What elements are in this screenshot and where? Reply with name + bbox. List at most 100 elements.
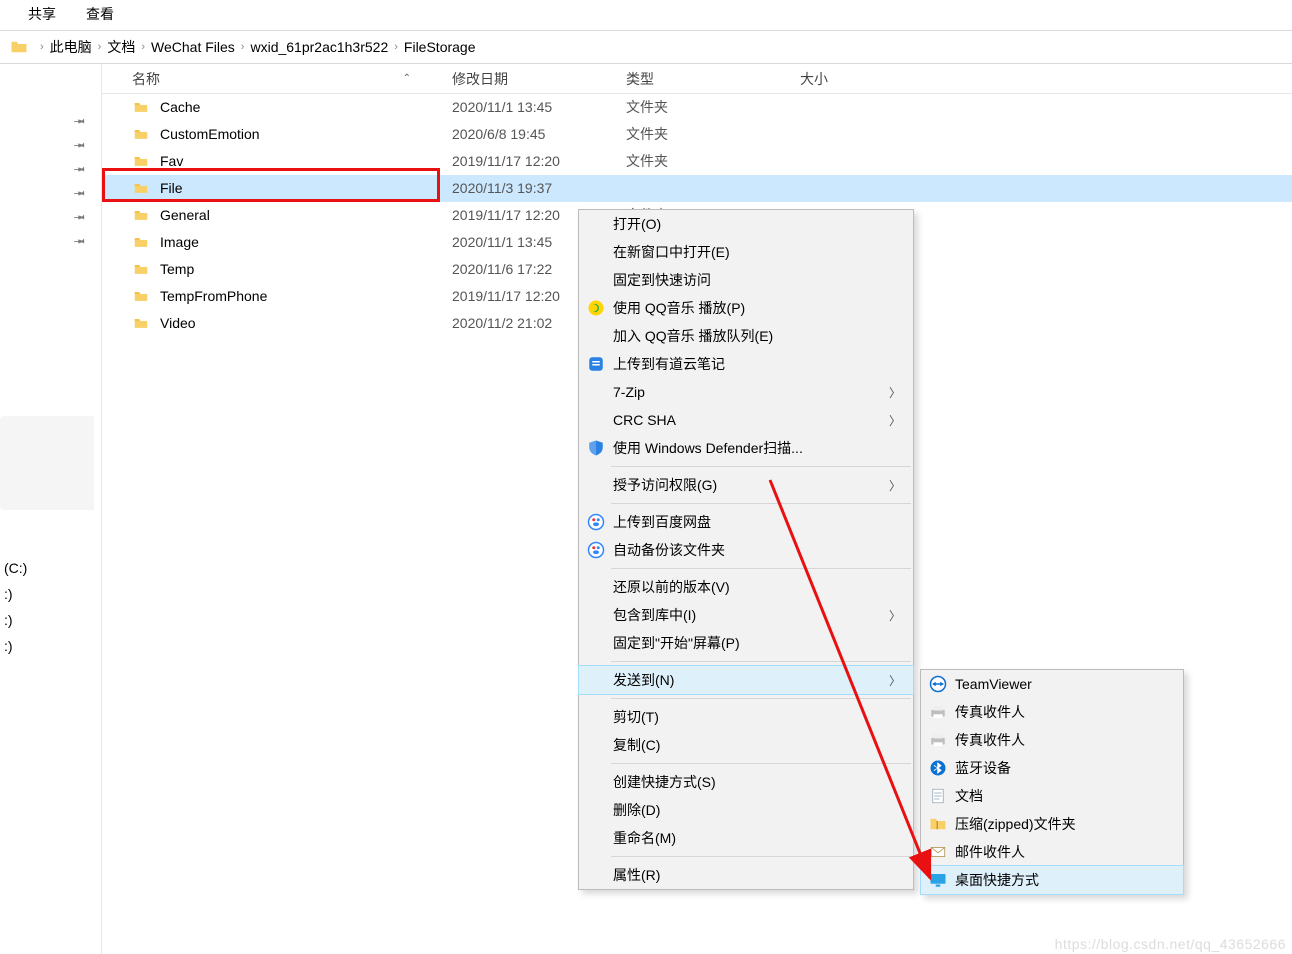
submenu-item-label: 传真收件人 bbox=[955, 730, 1025, 750]
submenu-item-label: 桌面快捷方式 bbox=[955, 870, 1039, 890]
menu-item[interactable]: 自动备份该文件夹 bbox=[579, 536, 913, 564]
doc-icon bbox=[929, 787, 947, 805]
menu-item-label: 授予访问权限(G) bbox=[613, 475, 717, 495]
menu-item-label: 打开(O) bbox=[613, 214, 661, 234]
submenu-item[interactable]: 桌面快捷方式 bbox=[921, 866, 1183, 894]
drive-item[interactable]: :) bbox=[4, 612, 27, 628]
menu-item[interactable]: 复制(C) bbox=[579, 731, 913, 759]
menu-item-label: CRC SHA bbox=[613, 412, 676, 428]
drive-item[interactable]: :) bbox=[4, 638, 27, 654]
menu-item[interactable]: 重命名(M) bbox=[579, 824, 913, 852]
menu-item-label: 使用 Windows Defender扫描... bbox=[613, 438, 803, 458]
nav-placeholder bbox=[0, 416, 94, 510]
menu-item-label: 上传到百度网盘 bbox=[613, 512, 711, 532]
submenu-item[interactable]: 传真收件人 bbox=[921, 698, 1183, 726]
file-name: File bbox=[160, 175, 183, 202]
crumb-0[interactable]: 此电脑 bbox=[50, 37, 92, 57]
menu-item[interactable]: 删除(D) bbox=[579, 796, 913, 824]
file-type: 文件夹 bbox=[626, 94, 800, 121]
crumb-1[interactable]: 文档 bbox=[107, 37, 135, 57]
fax-icon bbox=[929, 731, 947, 749]
col-type[interactable]: 类型 bbox=[626, 64, 800, 93]
drive-item[interactable]: :) bbox=[4, 586, 27, 602]
menu-item[interactable]: 使用 QQ音乐 播放(P) bbox=[579, 294, 913, 322]
baidu-icon bbox=[587, 513, 605, 531]
menu-item[interactable]: 打开(O) bbox=[579, 210, 913, 238]
pin-icon bbox=[70, 111, 90, 131]
submenu-item[interactable]: 蓝牙设备 bbox=[921, 754, 1183, 782]
column-headers: 名称 ⌃ 修改日期 类型 大小 bbox=[102, 64, 1292, 94]
menu-item-label: 固定到快速访问 bbox=[613, 270, 711, 290]
menu-item-label: 重命名(M) bbox=[613, 828, 676, 848]
file-name: CustomEmotion bbox=[160, 121, 260, 148]
menu-item-label: 加入 QQ音乐 播放队列(E) bbox=[613, 326, 773, 346]
crumb-3[interactable]: wxid_61pr2ac1h3r522 bbox=[250, 39, 388, 55]
crumb-2[interactable]: WeChat Files bbox=[151, 39, 235, 55]
menu-item[interactable]: 加入 QQ音乐 播放队列(E) bbox=[579, 322, 913, 350]
menu-item[interactable]: 7-Zip〉 bbox=[579, 378, 913, 406]
menu-item-label: 使用 QQ音乐 播放(P) bbox=[613, 298, 745, 318]
menu-separator bbox=[611, 698, 911, 699]
chevron-right-icon: 〉 bbox=[889, 384, 901, 401]
menu-item[interactable]: 上传到有道云笔记 bbox=[579, 350, 913, 378]
ribbon-share[interactable]: 共享 bbox=[28, 4, 56, 24]
menu-item[interactable]: 剪切(T) bbox=[579, 703, 913, 731]
context-menu[interactable]: 打开(O) 在新窗口中打开(E) 固定到快速访问使用 QQ音乐 播放(P) 加入 QQ… bbox=[578, 209, 914, 890]
pin-icon bbox=[70, 231, 90, 251]
menu-separator bbox=[611, 856, 911, 857]
col-size[interactable]: 大小 bbox=[800, 64, 920, 93]
menu-item[interactable]: 包含到库中(I)〉 bbox=[579, 601, 913, 629]
menu-item[interactable]: 属性(R) bbox=[579, 861, 913, 889]
menu-item[interactable]: 在新窗口中打开(E) bbox=[579, 238, 913, 266]
menu-separator bbox=[611, 661, 911, 662]
menu-item[interactable]: 授予访问权限(G) 〉 bbox=[579, 471, 913, 499]
table-row[interactable]: Cache 2020/11/1 13:45文件夹 bbox=[102, 94, 1292, 121]
submenu-item[interactable]: 文档 bbox=[921, 782, 1183, 810]
zip-icon bbox=[929, 815, 947, 833]
menu-item-label: 删除(D) bbox=[613, 800, 660, 820]
chevron-right-icon: › bbox=[92, 41, 108, 53]
menu-item[interactable]: 固定到快速访问 bbox=[579, 266, 913, 294]
submenu-item[interactable]: 传真收件人 bbox=[921, 726, 1183, 754]
submenu-item[interactable]: 邮件收件人 bbox=[921, 838, 1183, 866]
file-name: TempFromPhone bbox=[160, 283, 267, 310]
menu-item[interactable]: 还原以前的版本(V) bbox=[579, 573, 913, 601]
teamviewer-icon bbox=[929, 675, 947, 693]
breadcrumb[interactable]: › 此电脑 › 文档 › WeChat Files › wxid_61pr2ac… bbox=[0, 30, 1292, 64]
send-to-submenu[interactable]: TeamViewer传真收件人传真收件人蓝牙设备文档压缩(zipped)文件夹邮… bbox=[920, 669, 1184, 895]
menu-item[interactable]: 固定到"开始"屏幕(P) bbox=[579, 629, 913, 657]
crumb-4[interactable]: FileStorage bbox=[404, 39, 476, 55]
menu-item[interactable]: 发送到(N)〉 bbox=[579, 666, 913, 694]
table-row[interactable]: File2020/11/3 19:37文件夹 bbox=[102, 175, 1292, 202]
ribbon-view[interactable]: 查看 bbox=[86, 4, 114, 24]
drive-item[interactable]: (C:) bbox=[4, 560, 27, 576]
folder-icon bbox=[132, 100, 150, 115]
file-date: 2020/11/1 13:45 bbox=[452, 94, 626, 121]
chevron-right-icon: › bbox=[34, 41, 50, 53]
menu-item[interactable]: 创建快捷方式(S) bbox=[579, 768, 913, 796]
table-row[interactable]: CustomEmotion2020/6/8 19:45文件夹 bbox=[102, 121, 1292, 148]
menu-item-label: 固定到"开始"屏幕(P) bbox=[613, 633, 740, 653]
submenu-item[interactable]: 压缩(zipped)文件夹 bbox=[921, 810, 1183, 838]
col-date[interactable]: 修改日期 bbox=[452, 64, 626, 93]
menu-item-label: 剪切(T) bbox=[613, 707, 659, 727]
pin-icon bbox=[70, 183, 90, 203]
youdao-icon bbox=[587, 355, 605, 373]
chevron-right-icon: › bbox=[135, 41, 151, 53]
chevron-right-icon: 〉 bbox=[889, 477, 901, 494]
folder-icon bbox=[132, 127, 150, 142]
menu-item[interactable]: 上传到百度网盘 bbox=[579, 508, 913, 536]
file-name: General bbox=[160, 202, 210, 229]
menu-item[interactable]: 使用 Windows Defender扫描... bbox=[579, 434, 913, 462]
file-name: Cache bbox=[160, 94, 200, 121]
folder-icon bbox=[132, 208, 150, 223]
file-name: Temp bbox=[160, 256, 194, 283]
menu-item[interactable]: CRC SHA〉 bbox=[579, 406, 913, 434]
folder-icon bbox=[10, 38, 28, 56]
file-date: 2020/6/8 19:45 bbox=[452, 121, 626, 148]
chevron-right-icon: › bbox=[388, 41, 404, 53]
menu-item-label: 包含到库中(I) bbox=[613, 605, 696, 625]
table-row[interactable]: Fav2019/11/17 12:20文件夹 bbox=[102, 148, 1292, 175]
col-name[interactable]: 名称 ⌃ bbox=[132, 64, 452, 93]
submenu-item[interactable]: TeamViewer bbox=[921, 670, 1183, 698]
